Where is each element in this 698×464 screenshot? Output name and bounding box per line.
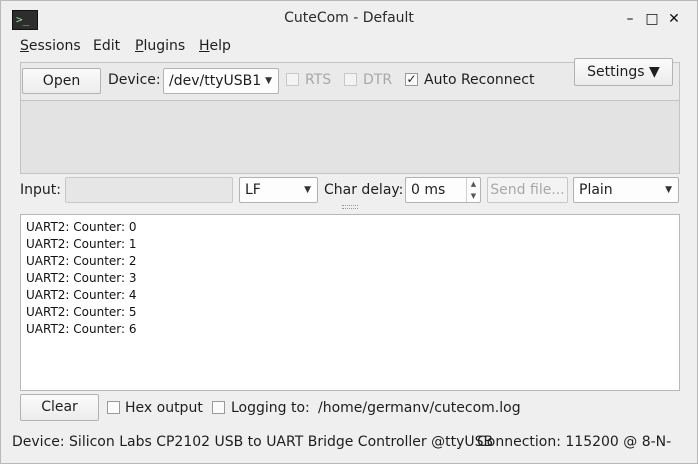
dtr-checkbox[interactable] <box>344 73 357 86</box>
window-title: CuteCom - Default <box>284 10 414 26</box>
logging-checkbox[interactable] <box>212 401 225 414</box>
output-line: UART2: Counter: 4 <box>26 288 137 302</box>
input-label: Input: <box>20 182 61 198</box>
menu-bar: Sessions Edit Plugins Help <box>1 37 697 59</box>
input-field[interactable] <box>65 177 233 203</box>
char-delay-spinbox[interactable]: 0 ms ▲ ▼ <box>405 177 481 203</box>
hex-output-checkbox[interactable] <box>107 401 120 414</box>
output-line: UART2: Counter: 3 <box>26 271 137 285</box>
rts-checkbox[interactable] <box>286 73 299 86</box>
rts-label: RTS <box>305 72 332 88</box>
chevron-down-icon: ▼ <box>265 76 272 86</box>
status-connection: Connection: 115200 @ 8-N- <box>477 434 672 450</box>
log-path: /home/germanv/cutecom.log <box>318 400 521 416</box>
menu-plugins[interactable]: Plugins <box>135 38 185 54</box>
spin-up-icon[interactable]: ▲ <box>466 178 480 190</box>
checkmark-icon: ✓ <box>406 72 417 86</box>
output-line: UART2: Counter: 5 <box>26 305 137 319</box>
output-line: UART2: Counter: 6 <box>26 322 137 336</box>
title-bar: >_ CuteCom - Default – □ ✕ <box>1 1 697 37</box>
settings-button[interactable]: Settings ▼ <box>574 58 673 86</box>
output-line: UART2: Counter: 1 <box>26 237 137 251</box>
open-button[interactable]: Open <box>22 68 101 94</box>
hex-output-label: Hex output <box>125 400 203 416</box>
menu-help[interactable]: Help <box>199 38 231 54</box>
format-select[interactable]: Plain ▼ <box>573 177 679 203</box>
logging-label: Logging to: <box>231 400 310 416</box>
splitter-handle[interactable] <box>342 205 358 209</box>
device-select[interactable]: /dev/ttyUSB1 ▼ <box>163 68 279 94</box>
auto-reconnect-checkbox[interactable]: ✓ <box>405 73 418 86</box>
auto-reconnect-label: Auto Reconnect <box>424 72 535 88</box>
output-line: UART2: Counter: 2 <box>26 254 137 268</box>
device-label: Device: <box>108 72 161 88</box>
dtr-label: DTR <box>363 72 393 88</box>
close-icon[interactable]: ✕ <box>665 10 683 28</box>
minimize-icon[interactable]: – <box>621 10 639 28</box>
spin-down-icon[interactable]: ▼ <box>466 190 480 202</box>
char-delay-label: Char delay: <box>324 182 404 198</box>
maximize-icon[interactable]: □ <box>643 10 661 28</box>
menu-edit[interactable]: Edit <box>93 38 120 54</box>
clear-button[interactable]: Clear <box>20 394 99 421</box>
line-ending-select[interactable]: LF ▼ <box>239 177 318 203</box>
status-bar: Device: Silicon Labs CP2102 USB to UART … <box>1 429 697 457</box>
chevron-down-icon: ▼ <box>304 185 311 195</box>
output-line: UART2: Counter: 0 <box>26 220 137 234</box>
status-device: Device: Silicon Labs CP2102 USB to UART … <box>12 434 494 450</box>
send-file-button[interactable]: Send file... <box>487 177 568 203</box>
chevron-down-icon: ▼ <box>665 185 672 195</box>
menu-sessions[interactable]: Sessions <box>20 38 81 54</box>
app-window: >_ CuteCom - Default – □ ✕ Sessions Edit… <box>0 0 698 464</box>
output-area[interactable]: UART2: Counter: 0 UART2: Counter: 1 UART… <box>20 214 680 391</box>
